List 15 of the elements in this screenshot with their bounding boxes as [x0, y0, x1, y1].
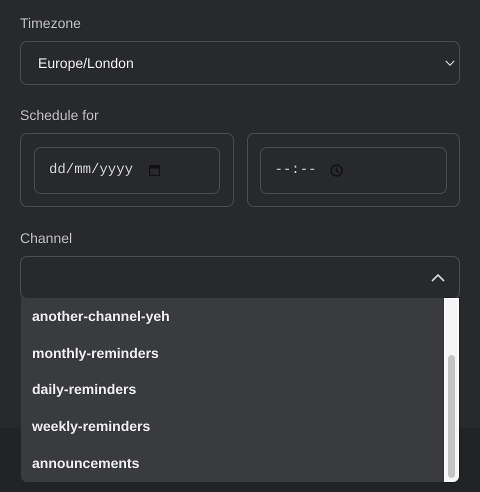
scrollbar[interactable]: [444, 298, 459, 482]
time-field[interactable]: --:--: [260, 146, 447, 194]
field-label: Schedule for: [20, 106, 100, 125]
date-field[interactable]: dd/mm/yyyy: [34, 146, 220, 194]
clock-icon: [330, 164, 343, 176]
dropdown-option[interactable]: weekly-reminders: [21, 408, 444, 446]
timezone-select[interactable]: Europe/London: [20, 41, 460, 85]
calendar-icon: [149, 164, 160, 176]
scrollbar-thumb[interactable]: [448, 355, 455, 478]
dropdown-option[interactable]: another-channel-yeh: [21, 298, 444, 335]
field-label: Channel: [20, 229, 74, 248]
dropdown-option[interactable]: daily-reminders: [21, 372, 444, 408]
dropdown-option[interactable]: monthly-reminders: [21, 334, 444, 372]
dropdown-option[interactable]: announcements: [21, 445, 444, 482]
field-label: Timezone: [20, 14, 82, 33]
